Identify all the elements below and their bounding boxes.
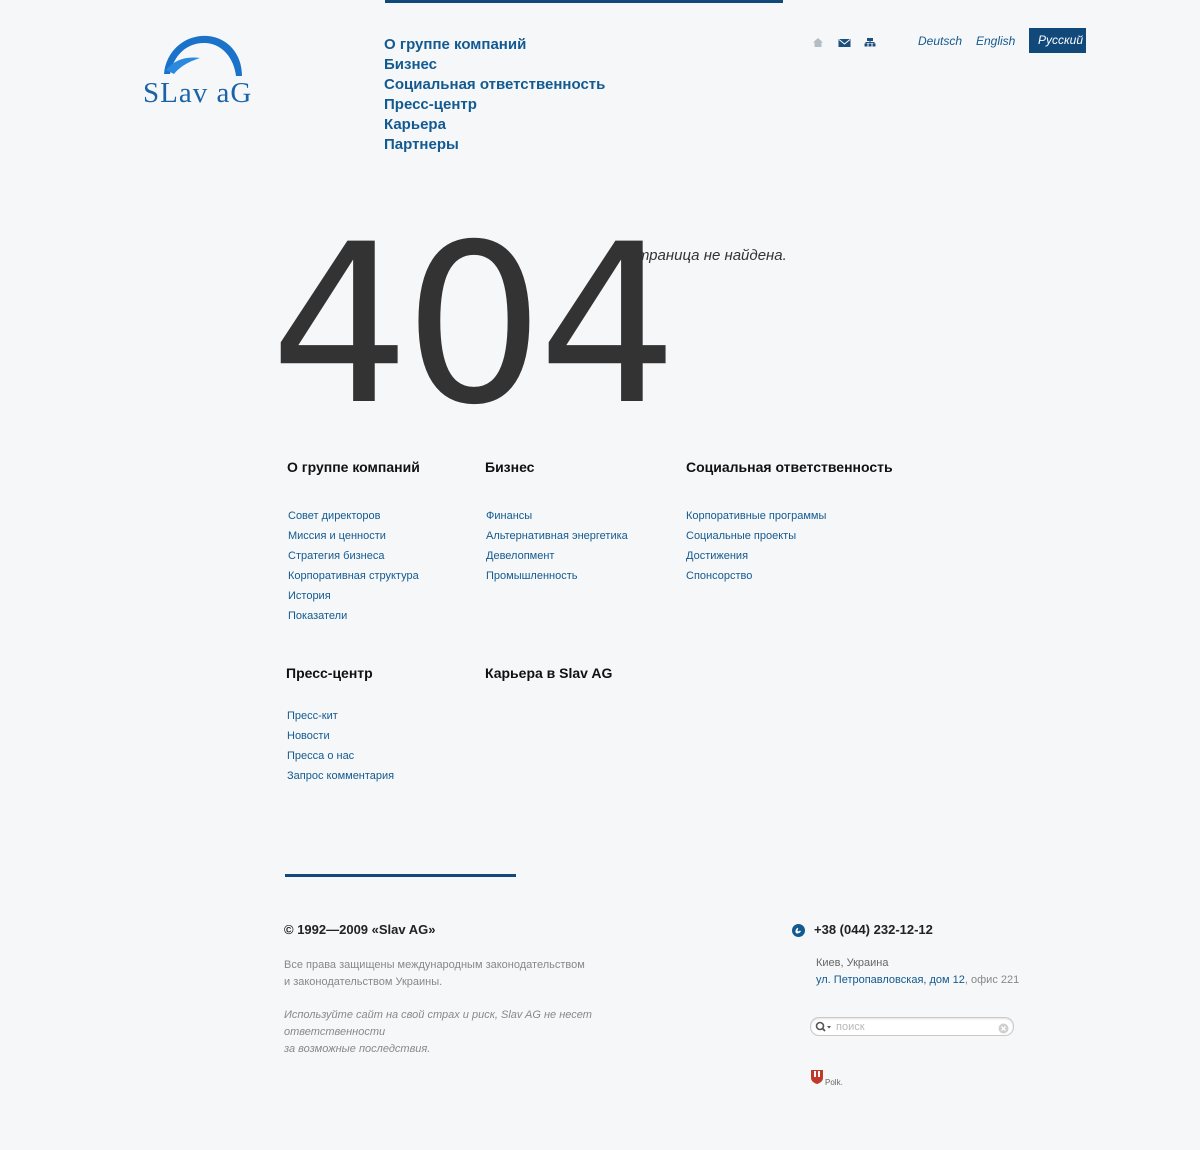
sitemap-link[interactable]: Корпоративная структура — [288, 566, 419, 586]
nav-item-press[interactable]: Пресс-центр — [384, 95, 605, 115]
disclaimer-text: Используйте сайт на свой страх и риск, S… — [284, 1007, 694, 1058]
nav-item-social[interactable]: Социальная ответственность — [384, 75, 605, 95]
sitemap-heading: Социальная ответственность — [686, 459, 893, 475]
logo[interactable]: SLav aG — [143, 30, 263, 112]
rights-line: Все права защищены международным законод… — [284, 959, 585, 971]
clear-icon[interactable] — [998, 1021, 1009, 1039]
studio-name: Polk. — [825, 1078, 843, 1087]
sitemap-column-career: Карьера в Slav AG — [485, 664, 612, 682]
sitemap-link[interactable]: Пресса о нас — [287, 746, 394, 766]
home-icon[interactable] — [812, 35, 824, 53]
address-link[interactable]: ул. Петропавловская, дом 12 — [816, 974, 965, 986]
nav-item-about[interactable]: О группе компаний — [384, 35, 605, 55]
sitemap-link[interactable]: Достижения — [686, 546, 826, 566]
city: Киев, Украина — [816, 957, 889, 969]
error-message: Страница не найдена. — [626, 247, 787, 264]
main-nav: О группе компаний Бизнес Социальная отве… — [384, 35, 605, 155]
sitemap-link[interactable]: Альтернативная энергетика — [486, 526, 628, 546]
search-icon[interactable] — [815, 1020, 833, 1038]
disclaimer-line: Используйте сайт на свой страх и риск, S… — [284, 1009, 592, 1038]
sitemap-column-press: Пресс-центр Пресс-кит Новости Пресса о н… — [286, 664, 394, 782]
lang-english[interactable]: English — [976, 34, 1015, 48]
nav-item-career[interactable]: Карьера — [384, 115, 605, 135]
sitemap-heading: Пресс-центр — [286, 665, 373, 681]
sitemap-column-about: О группе компаний Совет директоров Мисси… — [287, 458, 420, 622]
rights-text: Все права защищены международным законод… — [284, 957, 614, 991]
sitemap-link[interactable]: Показатели — [288, 606, 419, 626]
sitemap-link[interactable]: Совет директоров — [288, 506, 419, 526]
logo-arc-icon — [164, 35, 242, 76]
logo-text: SLav aG — [143, 77, 253, 109]
sitemap-heading: Бизнес — [485, 459, 535, 475]
error-code: 404 — [270, 197, 678, 453]
rights-line: и законодательством Украины. — [284, 976, 443, 988]
sitemap-link[interactable]: Финансы — [486, 506, 628, 526]
search-input[interactable] — [836, 1019, 994, 1034]
phone-number: +38 (044) 232-12-12 — [814, 922, 933, 937]
lang-deutsch[interactable]: Deutsch — [918, 34, 962, 48]
mail-icon[interactable] — [838, 35, 851, 53]
disclaimer-line: за возможные последствия. — [284, 1043, 431, 1055]
sitemap-column-business: Бизнес Финансы Альтернативная энергетика… — [485, 458, 628, 582]
sitemap-heading: О группе компаний — [287, 459, 420, 475]
address: ул. Петропавловская, дом 12, офис 221 — [816, 974, 1019, 986]
studio-credit[interactable]: Polk. — [810, 1069, 843, 1090]
sitemap-link[interactable]: Новости — [287, 726, 394, 746]
search-box — [810, 1017, 1014, 1036]
studio-shield-icon — [811, 1070, 823, 1084]
sitemap-link[interactable]: Запрос комментария — [287, 766, 394, 786]
sitemap-link[interactable]: Девелопмент — [486, 546, 628, 566]
sitemap-link[interactable]: Социальные проекты — [686, 526, 826, 546]
sitemap-link[interactable]: История — [288, 586, 419, 606]
sitemap-heading[interactable]: Карьера в Slav AG — [485, 664, 612, 682]
copyright: © 1992—2009 «Slav AG» — [284, 922, 436, 937]
sitemap-column-social: Социальная ответственность Корпоративные… — [686, 458, 893, 582]
sitemap-link[interactable]: Стратегия бизнеса — [288, 546, 419, 566]
sitemap-link[interactable]: Миссия и ценности — [288, 526, 419, 546]
sitemap-link[interactable]: Пресс-кит — [287, 706, 394, 726]
sitemap-link[interactable]: Промышленность — [486, 566, 628, 586]
lang-russian[interactable]: Русский — [1029, 28, 1086, 53]
nav-item-business[interactable]: Бизнес — [384, 55, 605, 75]
nav-item-partners[interactable]: Партнеры — [384, 135, 605, 155]
sitemap-link[interactable]: Корпоративные программы — [686, 506, 826, 526]
footer-divider — [285, 874, 516, 877]
phone-icon — [792, 924, 805, 937]
sitemap-link[interactable]: Спонсорство — [686, 566, 826, 586]
address-office: , офис 221 — [964, 974, 1020, 986]
top-accent-line — [385, 0, 783, 3]
sitemap-icon[interactable] — [864, 35, 876, 53]
